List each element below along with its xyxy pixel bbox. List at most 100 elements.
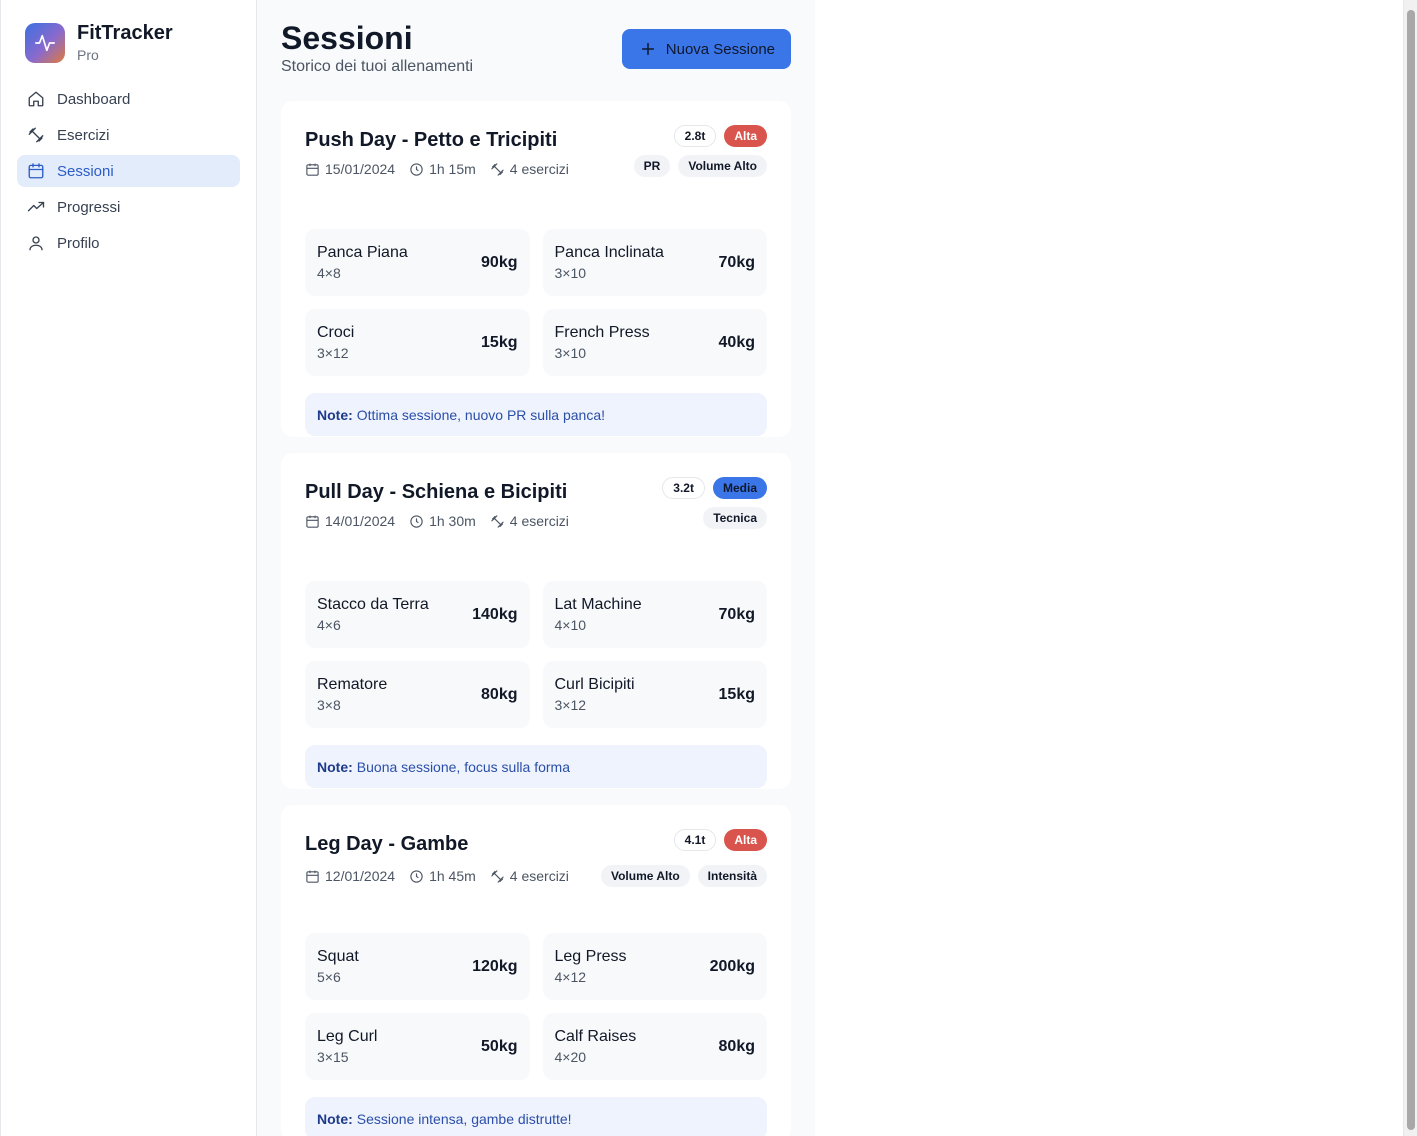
exercise-item: Croci 3×12 15kg: [305, 309, 530, 376]
session-title: Leg Day - Gambe: [305, 833, 469, 855]
note-label: Note:: [317, 1110, 353, 1127]
calendar-icon: [306, 515, 319, 528]
clock-icon: [410, 869, 423, 883]
exercise-name: Leg Curl: [317, 1028, 378, 1045]
exercise-item: Leg Curl 3×15 50kg: [305, 1013, 530, 1080]
note-text: Sessione intensa, gambe distrutte!: [356, 1110, 572, 1127]
volume-badge: 3.2t: [662, 477, 705, 499]
session-exercise-count: 4 esercizi: [509, 868, 569, 884]
exercise-name: Rematore: [317, 676, 388, 693]
page-header: Sessioni Storico dei tuoi allenamenti Nu…: [281, 20, 791, 76]
exercise-name: Squat: [317, 948, 359, 965]
session-duration: 1h 45m: [429, 868, 476, 884]
exercise-weight: 80kg: [718, 1037, 755, 1055]
exercise-item: Panca Piana 4×8 90kg: [305, 229, 530, 296]
exercise-weight: 70kg: [718, 605, 755, 623]
exercise-weight: 200kg: [709, 957, 755, 975]
session-meta: 15/01/2024 1h 15m 4 esercizi: [305, 161, 569, 177]
exercise-sets: 4×12: [554, 969, 587, 985]
session-duration: 1h 30m: [429, 513, 476, 529]
exercise-item: Rematore 3×8 80kg: [305, 661, 530, 728]
sidebar: FitTracker Pro Dashboard Esercizi Sessio…: [0, 0, 257, 1136]
user-icon: [29, 236, 43, 251]
sidebar-item-label: Sessioni: [57, 162, 114, 180]
brand-subtitle: Pro: [77, 47, 99, 63]
session-exercise-count: 4 esercizi: [509, 513, 569, 529]
exercise-sets: 3×10: [554, 265, 587, 281]
session-date: 15/01/2024: [325, 161, 396, 177]
exercise-sets: 4×10: [554, 617, 587, 633]
new-session-button[interactable]: Nuova Sessione: [621, 29, 791, 69]
exercise-name: Curl Bicipiti: [554, 676, 635, 693]
new-session-label: Nuova Sessione: [665, 40, 775, 58]
exercise-weight: 15kg: [718, 685, 755, 703]
exercise-name: Calf Raises: [554, 1028, 637, 1045]
exercise-sets: 4×8: [317, 265, 341, 281]
exercise-name: Lat Machine: [554, 596, 642, 613]
exercise-weight: 50kg: [481, 1037, 518, 1055]
clock-icon: [410, 514, 423, 528]
tag-badge: Tecnica: [703, 507, 767, 529]
volume-badge: 2.8t: [673, 125, 717, 147]
session-card[interactable]: Pull Day - Schiena e Bicipiti 14/01/2024…: [281, 453, 791, 789]
exercise-item: Curl Bicipiti 3×12 15kg: [542, 661, 767, 728]
exercise-item: Stacco da Terra 4×6 140kg: [305, 581, 530, 648]
exercise-item: Calf Raises 4×20 80kg: [542, 1013, 767, 1080]
main-content: Sessioni Storico dei tuoi allenamenti Nu…: [257, 0, 815, 1136]
exercise-item: Panca Inclinata 3×10 70kg: [542, 229, 767, 296]
exercise-name: Croci: [317, 324, 355, 341]
exercise-name: Leg Press: [554, 948, 627, 965]
clock-icon: [410, 162, 423, 176]
exercise-name: Stacco da Terra: [317, 596, 429, 613]
volume-badge: 4.1t: [673, 829, 717, 851]
session-date: 14/01/2024: [325, 513, 396, 529]
intensity-badge: Alta: [724, 829, 767, 851]
exercise-item: French Press 3×10 40kg: [542, 309, 767, 376]
intensity-badge: Media: [712, 477, 767, 499]
calendar-icon: [306, 163, 319, 176]
session-exercise-count: 4 esercizi: [509, 161, 569, 177]
exercise-sets: 3×12: [317, 345, 349, 361]
exercise-name: Panca Piana: [317, 244, 408, 261]
session-meta: 14/01/2024 1h 30m 4 esercizi: [305, 513, 569, 529]
sidebar-item-esercizi[interactable]: Esercizi: [17, 119, 240, 151]
scrollbar-thumb[interactable]: [1407, 10, 1415, 1130]
exercise-sets: 3×8: [317, 697, 341, 713]
note-label: Note:: [317, 406, 353, 423]
plus-icon: [641, 42, 654, 56]
home-icon: [28, 91, 44, 107]
page-subtitle: Storico dei tuoi allenamenti: [281, 58, 474, 75]
exercise-sets: 4×6: [317, 617, 341, 633]
sidebar-item-dashboard[interactable]: Dashboard: [17, 83, 240, 115]
dumbbell-icon: [491, 514, 504, 528]
page-scrollbar[interactable]: [1403, 0, 1417, 1136]
calendar-icon: [28, 163, 44, 179]
sidebar-item-sessioni[interactable]: Sessioni: [17, 155, 240, 187]
session-note: Note: Sessione intensa, gambe distrutte!: [305, 1097, 767, 1136]
exercise-sets: 5×6: [317, 969, 341, 985]
activity-logo-icon: [25, 22, 65, 63]
sidebar-item-progressi[interactable]: Progressi: [17, 191, 240, 223]
note-text: Ottima sessione, nuovo PR sulla panca!: [356, 406, 606, 423]
exercise-item: Squat 5×6 120kg: [305, 933, 530, 1000]
exercise-item: Lat Machine 4×10 70kg: [542, 581, 767, 648]
session-duration: 1h 15m: [429, 161, 476, 177]
intensity-badge: Alta: [724, 125, 767, 147]
session-card[interactable]: Leg Day - Gambe 4.1t Alta 12/01/2024 1h …: [281, 805, 791, 1136]
exercise-name: French Press: [554, 324, 650, 341]
session-card[interactable]: Push Day - Petto e Tricipiti 15/01/2024 …: [281, 101, 791, 437]
exercise-sets: 4×20: [554, 1049, 587, 1065]
page-title: Sessioni: [281, 20, 413, 56]
sidebar-item-profilo[interactable]: Profilo: [17, 227, 240, 259]
exercise-weight: 140kg: [472, 605, 518, 623]
session-title: Push Day - Petto e Tricipiti: [305, 129, 558, 151]
exercise-item: Leg Press 4×12 200kg: [542, 933, 767, 1000]
note-label: Note:: [317, 758, 353, 775]
sidebar-item-label: Profilo: [57, 234, 100, 252]
exercise-weight: 80kg: [481, 685, 518, 703]
tag-badge: PR: [633, 155, 671, 177]
brand-name: FitTracker: [77, 22, 173, 44]
brand: FitTracker Pro: [17, 22, 240, 63]
session-meta: 12/01/2024 1h 45m 4 esercizi: [305, 868, 569, 884]
dumbbell-icon: [491, 869, 504, 883]
